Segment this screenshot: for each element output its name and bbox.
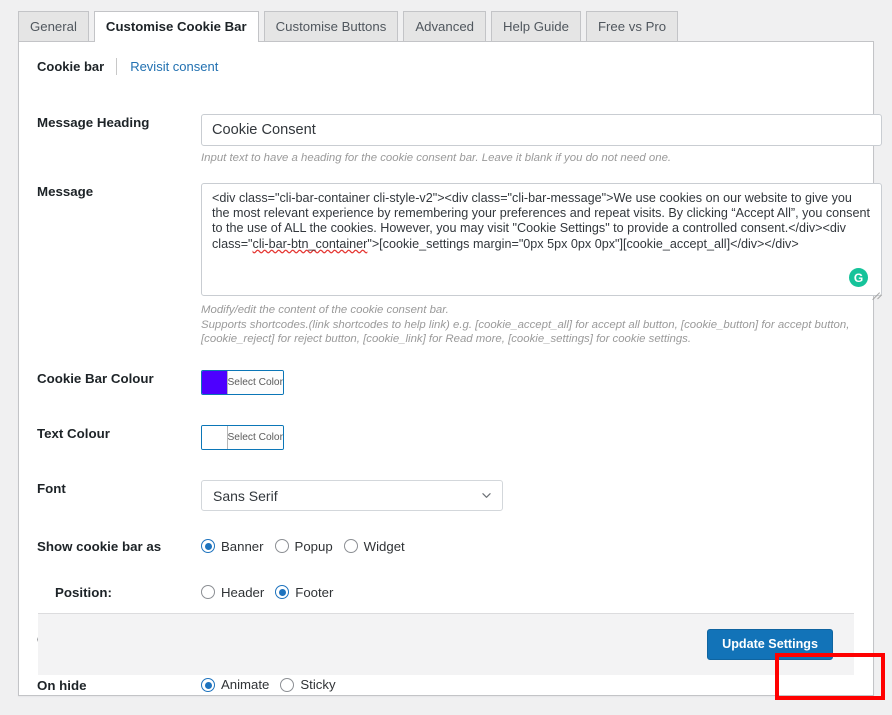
radio-indicator xyxy=(201,678,215,693)
message-text-part2: ">[cookie_settings margin="0px 5px 0px 0… xyxy=(367,236,799,251)
label-on-hide: On hide xyxy=(37,678,87,694)
row-text-colour: Text Colour Select Color xyxy=(19,425,855,454)
sub-navigation: Cookie bar Revisit consent xyxy=(19,42,873,76)
row-message-heading: Message Heading Input text to have a hea… xyxy=(19,114,882,165)
font-select-value: Sans Serif xyxy=(213,487,278,504)
message-heading-input[interactable] xyxy=(201,114,882,146)
message-textarea[interactable]: <div class="cli-bar-container cli-style-… xyxy=(201,183,882,297)
radio-show-as-banner[interactable]: Banner xyxy=(201,538,264,554)
font-select-wrapper: Sans Serif xyxy=(201,480,503,512)
subnav-item-cookie-bar[interactable]: Cookie bar xyxy=(37,59,116,74)
label-message: Message xyxy=(37,184,94,200)
help-message: Modify/edit the content of the cookie co… xyxy=(201,303,891,346)
label-message-heading: Message Heading xyxy=(37,115,150,130)
radio-show-as-popup[interactable]: Popup xyxy=(274,538,333,554)
radio-on-hide-animate[interactable]: Animate xyxy=(201,677,270,693)
subnav-link-revisit-consent[interactable]: Revisit consent xyxy=(117,59,218,74)
field-message-heading: Input text to have a heading for the coo… xyxy=(201,114,892,165)
tab-general[interactable]: General xyxy=(18,10,89,42)
show-cookie-bar-as-radio-group: Banner Popup Widget xyxy=(201,538,845,554)
help-message-line1: Modify/edit the content of the cookie co… xyxy=(201,304,449,317)
radio-label: Animate xyxy=(221,677,270,693)
form-footer: Update Settings xyxy=(38,613,854,675)
radio-show-as-widget[interactable]: Widget xyxy=(343,538,405,554)
radio-on-hide-sticky[interactable]: Sticky xyxy=(280,677,336,693)
row-on-hide: On hide Animate Sticky xyxy=(19,677,855,694)
field-font: Sans Serif xyxy=(201,480,855,512)
settings-panel: Cookie bar Revisit consent Message Headi… xyxy=(18,41,883,696)
text-colour-picker[interactable]: Select Color xyxy=(201,425,284,451)
field-cookie-bar-colour: Select Color xyxy=(201,370,855,399)
field-on-hide: Animate Sticky xyxy=(201,677,855,693)
row-font: Font Sans Serif xyxy=(19,480,855,512)
radio-label: Popup xyxy=(294,538,333,554)
label-show-cookie-bar-as: Show cookie bar as xyxy=(37,539,162,555)
cookie-bar-colour-picker[interactable]: Select Color xyxy=(201,370,284,396)
field-message: <div class="cli-bar-container cli-style-… xyxy=(201,183,892,346)
radio-label: Widget xyxy=(363,538,405,554)
message-textarea-wrapper: <div class="cli-bar-container cli-style-… xyxy=(201,183,883,301)
row-show-cookie-bar-as: Show cookie bar as Banner Popup Widget xyxy=(19,538,855,555)
row-message: Message <div class="cli-bar-container cl… xyxy=(19,183,883,346)
radio-label: Sticky xyxy=(300,677,336,693)
radio-indicator xyxy=(201,585,215,600)
tab-customise-buttons[interactable]: Customise Buttons xyxy=(263,10,399,42)
tab-customise-cookie-bar[interactable]: Customise Cookie Bar xyxy=(93,10,259,42)
text-colour-button-label: Select Color xyxy=(227,426,283,450)
tab-bar: General Customise Cookie Bar Customise B… xyxy=(0,0,892,42)
radio-label: Header xyxy=(221,584,265,600)
radio-indicator xyxy=(280,678,295,693)
label-cookie-bar-colour: Cookie Bar Colour xyxy=(37,371,154,387)
field-show-cookie-bar-as: Banner Popup Widget xyxy=(201,538,855,554)
help-message-heading: Input text to have a heading for the coo… xyxy=(201,152,672,164)
update-settings-button[interactable]: Update Settings xyxy=(707,629,833,660)
textarea-resize-handle[interactable] xyxy=(869,283,883,301)
help-message-line2: Supports shortcodes.(link shortcodes to … xyxy=(201,318,850,345)
tab-help-guide[interactable]: Help Guide xyxy=(490,10,581,42)
cookie-bar-colour-swatch xyxy=(202,371,227,395)
settings-page: General Customise Cookie Bar Customise B… xyxy=(0,0,892,715)
row-position: Position: Header Footer xyxy=(19,584,855,601)
settings-form: Message Heading Input text to have a hea… xyxy=(19,76,883,694)
radio-indicator xyxy=(275,585,290,600)
radio-position-footer[interactable]: Footer xyxy=(275,584,334,600)
label-text-colour: Text Colour xyxy=(37,426,110,442)
label-font: Font xyxy=(37,481,66,497)
on-hide-radio-group: Animate Sticky xyxy=(201,677,845,693)
message-text-misspelled: cli-bar-btn_container xyxy=(252,236,368,251)
tab-advanced[interactable]: Advanced xyxy=(403,10,486,42)
row-cookie-bar-colour: Cookie Bar Colour Select Color xyxy=(19,370,855,399)
radio-label: Banner xyxy=(221,538,264,554)
text-colour-swatch xyxy=(202,426,227,450)
radio-label: Footer xyxy=(295,584,334,600)
radio-indicator xyxy=(201,539,215,554)
tab-free-vs-pro[interactable]: Free vs Pro xyxy=(585,10,679,42)
radio-indicator xyxy=(343,539,358,554)
font-select[interactable]: Sans Serif xyxy=(201,480,503,512)
radio-indicator xyxy=(274,539,289,554)
cookie-bar-colour-button-label: Select Color xyxy=(227,371,283,395)
label-position: Position: xyxy=(55,585,112,601)
radio-position-header[interactable]: Header xyxy=(201,584,265,600)
field-text-colour: Select Color xyxy=(201,425,855,454)
field-position: Header Footer xyxy=(201,584,855,600)
position-radio-group: Header Footer xyxy=(201,584,845,600)
